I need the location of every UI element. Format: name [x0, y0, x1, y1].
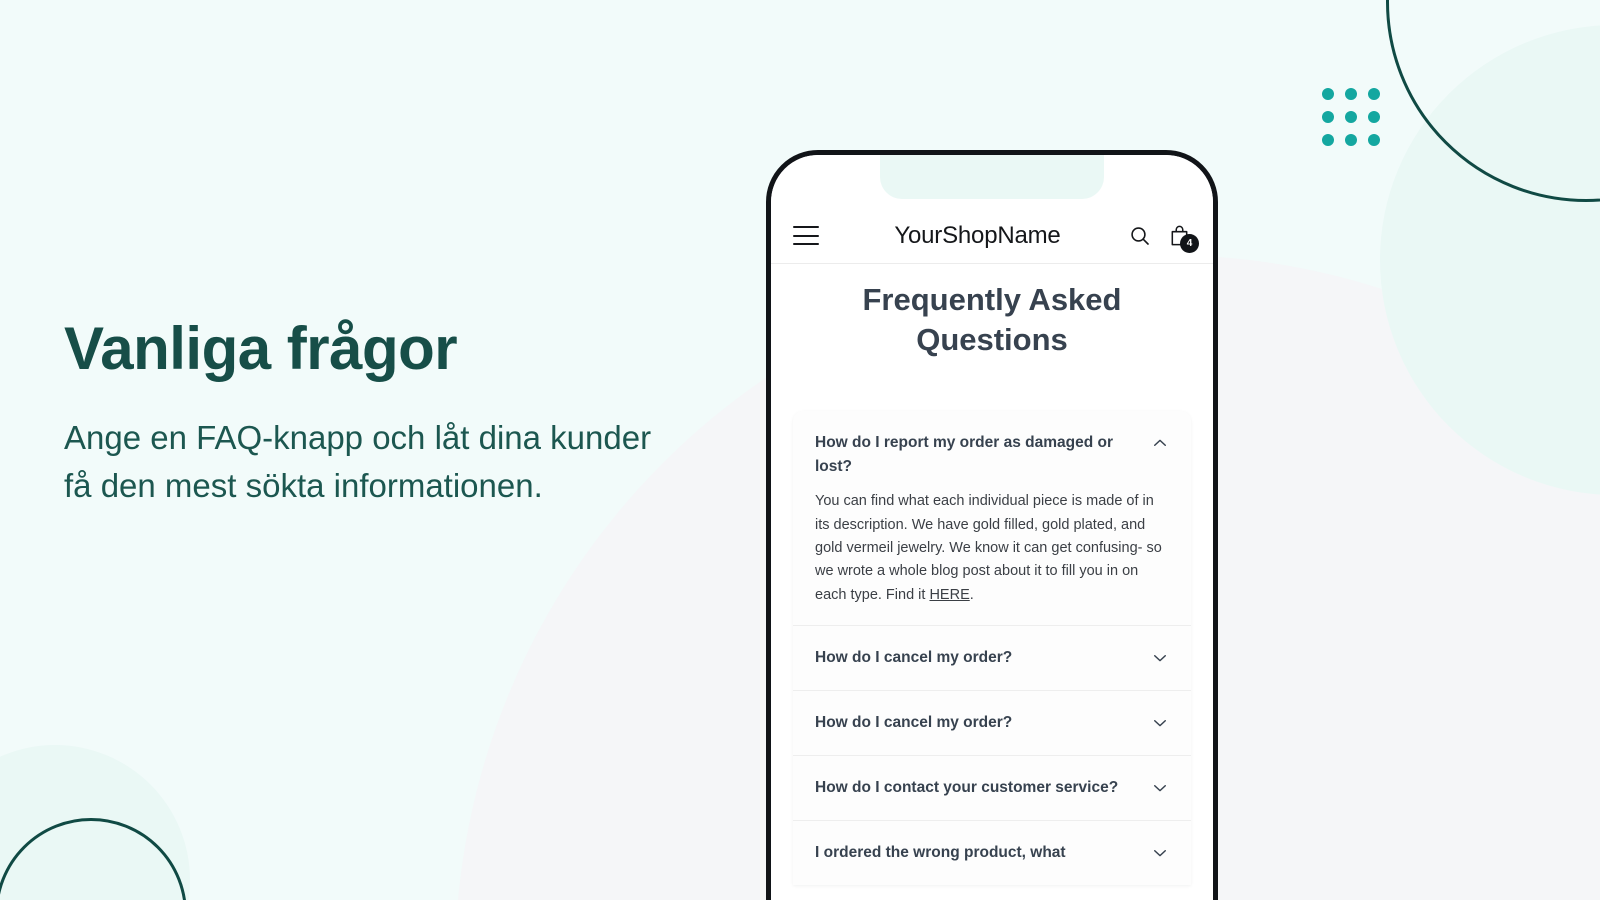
phone-notch	[880, 155, 1104, 199]
faq-answer-text: You can find what each individual piece …	[815, 493, 1162, 603]
faq-item-header[interactable]: How do I contact your customer service?	[815, 776, 1169, 802]
app-header-actions: 4	[1128, 224, 1199, 253]
faq-item[interactable]: How do I cancel my order?	[793, 626, 1191, 692]
faq-answer: You can find what each individual piece …	[815, 490, 1169, 607]
shop-name: YourShopName	[894, 221, 1061, 249]
chevron-up-icon[interactable]	[1151, 434, 1169, 457]
faq-accordion: How do I report my order as damaged or l…	[793, 411, 1191, 886]
hamburger-bar	[793, 226, 819, 228]
faq-item-header[interactable]: How do I cancel my order?	[815, 711, 1169, 737]
faq-item[interactable]: How do I report my order as damaged or l…	[793, 411, 1191, 627]
dot-grid-icon	[1322, 88, 1380, 146]
faq-question: How do I cancel my order?	[815, 714, 1013, 732]
faq-question: How do I report my order as damaged or l…	[815, 434, 1114, 476]
page-root: Vanliga frågor Ange en FAQ-knapp och låt…	[0, 0, 1600, 900]
chevron-down-icon[interactable]	[1151, 844, 1169, 867]
faq-question: How do I contact your customer service?	[815, 779, 1119, 797]
faq-heading: Frequently Asked Questions	[862, 282, 1122, 358]
faq-item[interactable]: I ordered the wrong product, what	[793, 821, 1191, 885]
page-subtitle: Ange en FAQ-knapp och låt dina kunder få…	[64, 419, 652, 504]
hamburger-menu-icon[interactable]	[793, 226, 819, 245]
faq-item-header[interactable]: I ordered the wrong product, what	[815, 841, 1169, 867]
shopping-bag-icon[interactable]: 4	[1168, 224, 1199, 253]
chevron-down-icon[interactable]	[1151, 714, 1169, 737]
search-icon[interactable]	[1128, 224, 1152, 248]
dot	[1322, 134, 1334, 146]
marketing-copy: Vanliga frågor Ange en FAQ-knapp och låt…	[64, 316, 684, 510]
cart-count-badge: 4	[1180, 233, 1199, 253]
faq-question: I ordered the wrong product, what	[815, 844, 1066, 862]
dot	[1368, 134, 1380, 146]
phone-mockup: YourShopName 4 Frequently Asked Question…	[766, 150, 1218, 900]
app-header: YourShopName 4	[771, 208, 1213, 264]
faq-item[interactable]: How do I contact your customer service?	[793, 756, 1191, 822]
faq-answer-period: .	[969, 586, 974, 603]
faq-item-header[interactable]: How do I report my order as damaged or l…	[815, 431, 1169, 479]
faq-answer-link[interactable]: HERE	[929, 587, 969, 603]
page-title: Vanliga frågor	[64, 315, 458, 382]
chevron-down-icon[interactable]	[1151, 649, 1169, 672]
dot	[1345, 134, 1357, 146]
dot	[1368, 111, 1380, 123]
faq-item[interactable]: How do I cancel my order?	[793, 691, 1191, 757]
dot	[1368, 88, 1380, 100]
dot	[1345, 111, 1357, 123]
phone-screen: YourShopName 4 Frequently Asked Question…	[771, 155, 1213, 900]
chevron-down-icon[interactable]	[1151, 779, 1169, 802]
faq-question: How do I cancel my order?	[815, 649, 1013, 667]
dot	[1322, 111, 1334, 123]
hamburger-bar	[793, 243, 819, 245]
dot	[1322, 88, 1334, 100]
dot	[1345, 88, 1357, 100]
hamburger-bar	[793, 234, 819, 237]
faq-item-header[interactable]: How do I cancel my order?	[815, 646, 1169, 672]
